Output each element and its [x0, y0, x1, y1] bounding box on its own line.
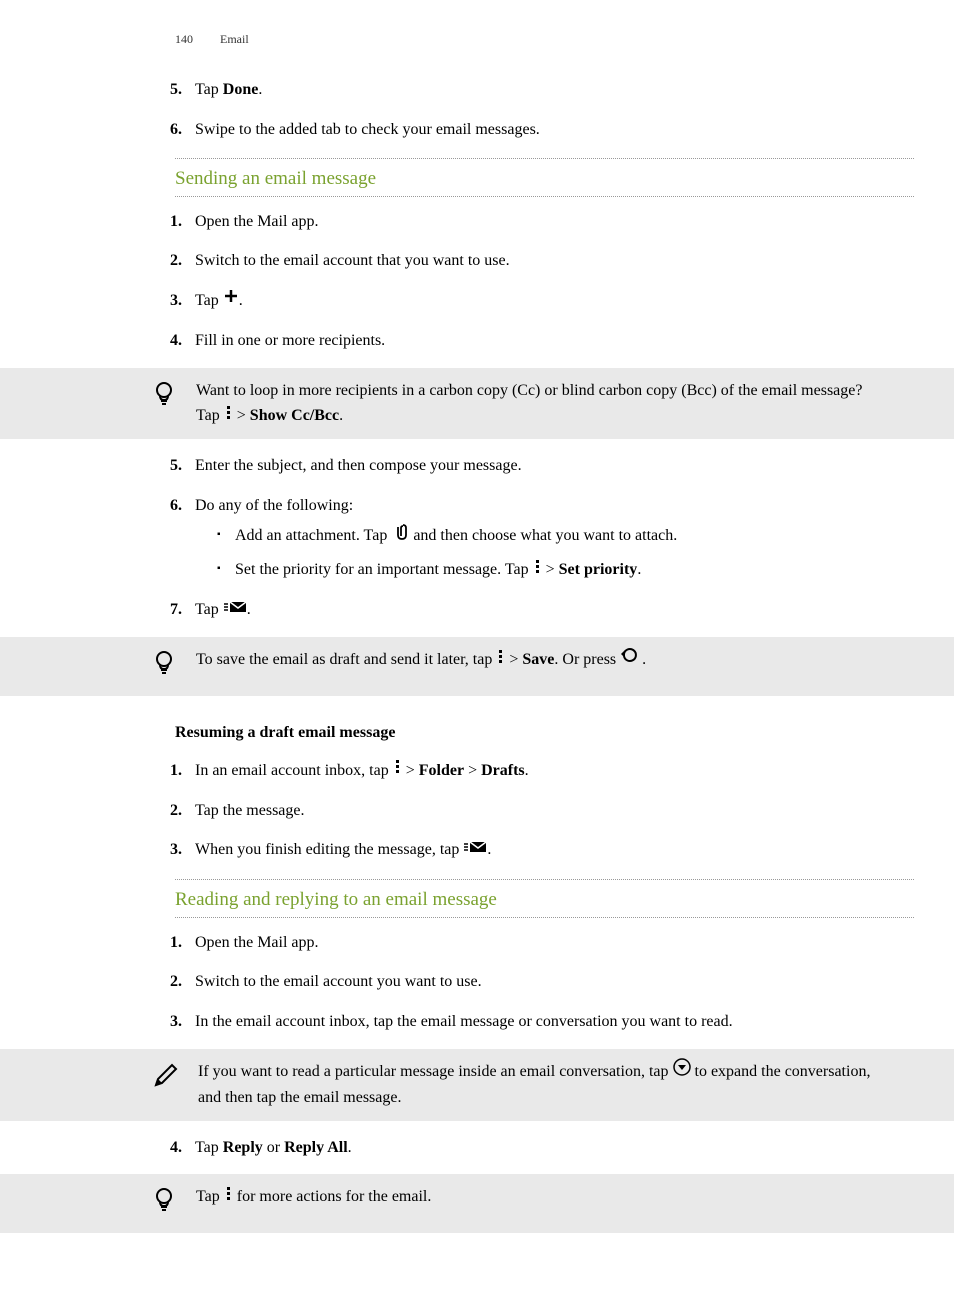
callout-save-draft: To save the email as draft and send it l… — [0, 637, 954, 696]
page-number: 140 — [175, 32, 193, 46]
step-7: 7. Tap . — [195, 597, 884, 623]
bullets: Add an attachment. Tap and then choose w… — [195, 523, 884, 584]
step-4: 4.Fill in one or more recipients. — [195, 328, 884, 354]
more-icon — [533, 557, 542, 583]
step-3d: 3.In the email account inbox, tap the em… — [195, 1009, 884, 1035]
step-2: 2.Switch to the email account that you w… — [195, 248, 884, 274]
step-3: 3. Tap . — [195, 288, 884, 314]
more-icon — [496, 647, 505, 673]
callout-expand: If you want to read a particular message… — [0, 1049, 954, 1121]
step-5: 5. Tap Done. — [195, 77, 884, 103]
section-title-reading: Reading and replying to an email message — [175, 885, 884, 915]
section-name: Email — [220, 32, 249, 46]
bullet-attachment: Add an attachment. Tap and then choose w… — [235, 523, 884, 550]
step-4d: 4. Tap Reply or Reply All. — [195, 1135, 884, 1161]
sec1-steps-b: 5.Enter the subject, and then compose yo… — [135, 453, 884, 623]
expand-icon — [673, 1058, 691, 1085]
step-2c: 2.Tap the message. — [195, 798, 884, 824]
more-icon — [393, 757, 402, 783]
lightbulb-icon — [152, 380, 176, 417]
lightbulb-icon — [152, 649, 176, 686]
step-6b: 6.Do any of the following: Add an attach… — [195, 493, 884, 583]
send-icon — [463, 837, 487, 863]
lightbulb-icon — [152, 1186, 176, 1223]
step-1: 1.Open the Mail app. — [195, 209, 884, 235]
step-5b: 5.Enter the subject, and then compose yo… — [195, 453, 884, 479]
sec1-steps-a: 1.Open the Mail app. 2.Switch to the ema… — [135, 209, 884, 354]
intro-steps: 5. Tap Done. 6. Swipe to the added tab t… — [135, 77, 884, 142]
send-icon — [223, 597, 247, 623]
bullet-priority: Set the priority for an important messag… — [235, 557, 884, 583]
more-icon — [224, 1184, 233, 1210]
step-3c: 3. When you finish editing the message, … — [195, 837, 884, 863]
subheading-resuming: Resuming a draft email message — [175, 720, 884, 746]
step-1c: 1. In an email account inbox, tap > Fold… — [195, 758, 884, 784]
page-header: 140 Email — [175, 30, 884, 49]
callout-cc-bcc: Want to loop in more recipients in a car… — [0, 368, 954, 440]
step-2d: 2.Switch to the email account you want t… — [195, 969, 884, 995]
back-icon — [620, 646, 638, 673]
sec1-steps-c: 1. In an email account inbox, tap > Fold… — [135, 758, 884, 864]
section-title-sending: Sending an email message — [175, 164, 884, 194]
attachment-icon — [391, 522, 409, 549]
more-icon — [224, 403, 233, 429]
step-1d: 1.Open the Mail app. — [195, 930, 884, 956]
step-6: 6. Swipe to the added tab to check your … — [195, 117, 884, 143]
sec2-steps-a: 1.Open the Mail app. 2.Switch to the ema… — [135, 930, 884, 1035]
sec2-steps-b: 4. Tap Reply or Reply All. — [135, 1135, 884, 1161]
pencil-icon — [152, 1061, 178, 1096]
callout-more-actions: Tap for more actions for the email. — [0, 1174, 954, 1233]
plus-icon — [223, 287, 239, 313]
